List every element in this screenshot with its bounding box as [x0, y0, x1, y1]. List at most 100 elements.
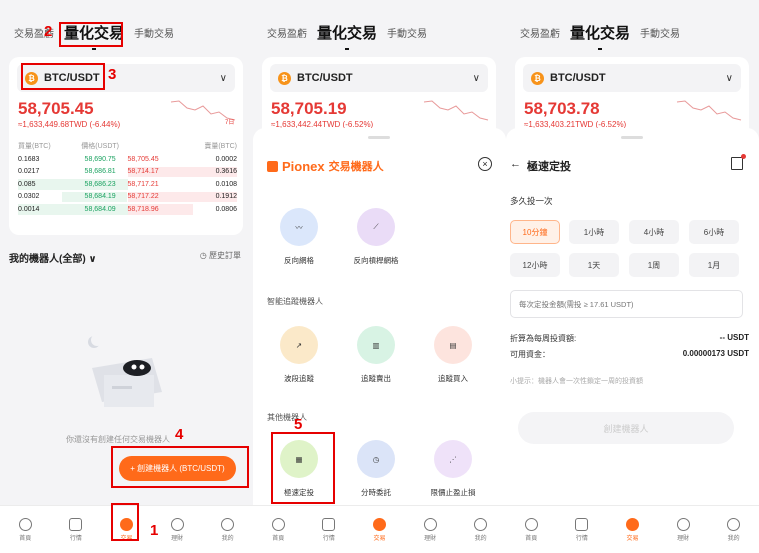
trailing-buy-icon: ▤ — [434, 326, 472, 364]
diamond-icon — [170, 517, 184, 531]
frequency-label: 多久投一次 — [510, 196, 553, 206]
nav-finance[interactable]: 理財 — [405, 506, 456, 553]
pair-name: BTC/USDT — [550, 72, 606, 84]
option-6h[interactable]: 6小時 — [689, 220, 739, 244]
nav-finance[interactable]: 理財 — [152, 506, 203, 553]
bitcoin-icon: ₿ — [531, 71, 544, 85]
home-icon — [271, 517, 285, 531]
table-row: 0.0217 58,686.81 58,714.17 0.3616 — [18, 166, 237, 177]
bot-stop-loss[interactable]: ⋰ 限價止盈止損 — [418, 440, 488, 498]
spark-period: 7日 — [225, 119, 234, 126]
sparkline-chart[interactable] — [422, 98, 490, 126]
bot-trailing-buy[interactable]: ▤ 追蹤買入 — [418, 326, 488, 384]
user-icon — [727, 517, 741, 531]
annotation-label-2: 2 — [44, 23, 53, 40]
ob-header-sell: 賣量(BTC) — [204, 143, 237, 150]
bot-reverse-leverage-grid[interactable]: ⟋ 反向槓桿網格 — [341, 208, 411, 266]
bot-reverse-grid[interactable]: 〰反向網格 — [264, 208, 334, 266]
pair-selector[interactable]: ₿ BTC/USDT ∨ — [523, 64, 741, 92]
option-10min[interactable]: 10分鐘 — [510, 220, 560, 244]
option-1h[interactable]: 1小時 — [569, 220, 619, 244]
sheet-header: Pionex 交易機器人 — [267, 158, 384, 174]
chevron-down-icon: ∨ — [472, 72, 480, 84]
my-robots-header: 我的機器人(全部) ∨ ◷ 歷史訂單 — [9, 250, 241, 265]
nav-market[interactable]: 行情 — [51, 506, 102, 553]
tab-earn[interactable]: 交易盈虧 — [267, 25, 307, 40]
user-icon — [474, 517, 488, 531]
my-robots-filter[interactable]: 我的機器人(全部) ∨ — [9, 250, 97, 265]
dca-sheet: ← 極速定投 多久投一次 10分鐘 1小時 4小時 6小時 12小時 1天 1周… — [506, 128, 759, 505]
tab-manual[interactable]: 手動交易 — [640, 25, 680, 40]
nav-profile[interactable]: 我的 — [708, 506, 759, 553]
dca-title: 極速定投 — [527, 161, 571, 173]
brand-name: Pionex — [282, 158, 325, 174]
ob-header-price: 價格(USDT) — [81, 143, 119, 150]
last-price: 58,705.19 — [271, 99, 347, 118]
option-1d[interactable]: 1天 — [569, 253, 619, 277]
sparkline-chart[interactable]: 7日 — [169, 98, 237, 126]
home-icon — [18, 517, 32, 531]
tab-earn[interactable]: 交易盈虧 — [520, 25, 560, 40]
screen-1: 交易盈虧 量化交易 手動交易 ₿ BTC/USDT ∨ 58,705.45 ≈1… — [0, 0, 253, 553]
option-1m[interactable]: 1月 — [689, 253, 739, 277]
chart-icon — [322, 517, 336, 531]
screen-3: 交易盈虧 量化交易 手動交易 ₿ BTC/USDT ∨ 58,703.78 ≈1… — [506, 0, 759, 553]
nav-profile[interactable]: 我的 — [455, 506, 506, 553]
bot-twap[interactable]: ◷ 分時委託 — [341, 440, 411, 498]
annotation-label-1: 1 — [150, 522, 159, 539]
back-arrow-icon[interactable]: ← — [510, 158, 521, 174]
diamond-icon — [676, 517, 690, 531]
tab-manual[interactable]: 手動交易 — [387, 25, 427, 40]
close-icon[interactable]: × — [478, 157, 492, 171]
mode-tabs: 交易盈虧 量化交易 手動交易 — [520, 22, 680, 50]
leverage-grid-icon: ⟋ — [357, 208, 395, 246]
chevron-down-icon: ∨ — [725, 72, 733, 84]
nav-home[interactable]: 首頁 — [0, 506, 51, 553]
sparkline-chart[interactable] — [675, 98, 743, 126]
available-label: 可用資金： — [510, 350, 550, 359]
nav-home[interactable]: 首頁 — [506, 506, 557, 553]
stop-loss-icon: ⋰ — [434, 440, 472, 478]
book-icon[interactable] — [731, 154, 746, 170]
table-row: 0.0014 58,684.09 58,718.96 0.0806 — [18, 204, 237, 215]
nav-finance[interactable]: 理財 — [658, 506, 709, 553]
nav-profile[interactable]: 我的 — [202, 506, 253, 553]
nav-home[interactable]: 首頁 — [253, 506, 304, 553]
dca-header: ← 極速定投 — [510, 158, 571, 174]
tab-quant[interactable]: 量化交易 — [570, 22, 630, 50]
sheet-handle[interactable] — [368, 136, 390, 139]
tab-manual[interactable]: 手動交易 — [134, 25, 174, 40]
table-row: 0.0302 58,684.19 58,717.22 0.1912 — [18, 191, 237, 202]
annotation-box-1 — [111, 503, 139, 541]
orderbook: 買量(BTC) 價格(USDT) 賣量(BTC) 0.1683 58,690.75 58… — [18, 141, 237, 216]
bot-swing-trailing[interactable]: ↗ 波段追蹤 — [264, 326, 334, 384]
clock-icon: ◷ — [357, 440, 395, 478]
table-row: 0.1683 58,690.75 58,705.45 0.0002 — [18, 155, 237, 163]
history-orders-link[interactable]: ◷ 歷史訂單 — [200, 250, 241, 265]
weekly-label: 折算為每周投資額: — [510, 334, 577, 343]
last-price: 58,703.78 — [524, 99, 600, 118]
last-price: 58,705.45 — [18, 99, 94, 118]
option-4h[interactable]: 4小時 — [629, 220, 679, 244]
ob-header-buy: 買量(BTC) — [18, 143, 51, 150]
option-12h[interactable]: 12小時 — [510, 253, 560, 277]
pair-selector[interactable]: ₿ BTC/USDT ∨ — [270, 64, 488, 92]
nav-trade[interactable]: 交易 — [354, 506, 405, 553]
tip-text: 小提示：機器人會一次性鎖定一周的投資額 — [510, 378, 643, 385]
chart-icon — [575, 517, 589, 531]
amount-input[interactable] — [510, 290, 743, 318]
nav-market[interactable]: 行情 — [304, 506, 355, 553]
swing-icon: ↗ — [280, 326, 318, 364]
nav-market[interactable]: 行情 — [557, 506, 608, 553]
annotation-label-3: 3 — [108, 66, 117, 83]
sheet-handle[interactable] — [621, 136, 643, 139]
bottom-nav: 首頁 行情 交易 理財 我的 — [506, 505, 759, 553]
tab-quant[interactable]: 量化交易 — [317, 22, 377, 50]
trailing-sell-icon: ▥ — [357, 326, 395, 364]
option-1w[interactable]: 1周 — [629, 253, 679, 277]
bot-trailing-sell[interactable]: ▥ 追蹤賣出 — [341, 326, 411, 384]
create-robot-button[interactable]: 創建機器人 — [518, 412, 734, 444]
nav-trade[interactable]: 交易 — [607, 506, 658, 553]
section-smart: 智能追蹤機器人 — [267, 297, 323, 306]
trade-icon — [625, 517, 639, 531]
